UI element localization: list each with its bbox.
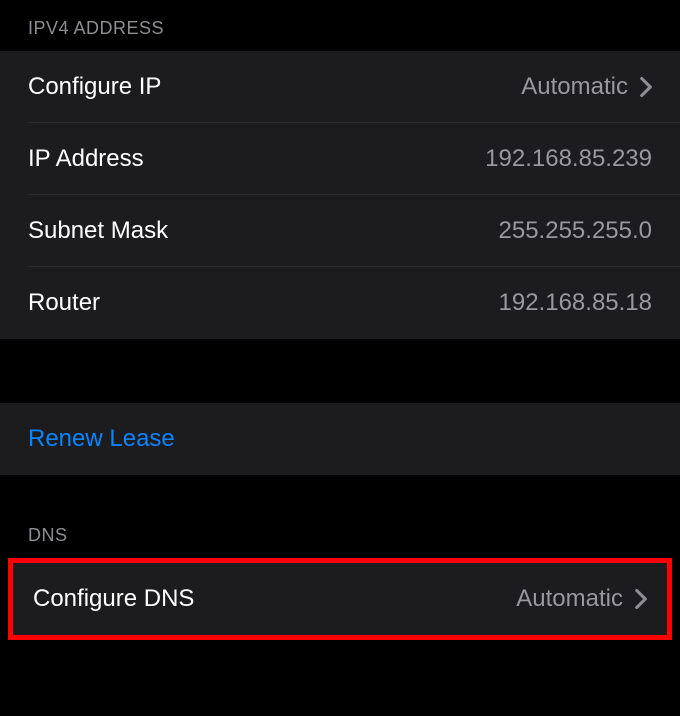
router-row: Router 192.168.85.18 xyxy=(0,267,680,339)
section-spacer xyxy=(0,339,680,403)
configure-ip-label: Configure IP xyxy=(28,73,161,101)
chevron-right-icon xyxy=(640,77,652,97)
renew-lease-row[interactable]: Renew Lease xyxy=(0,403,680,475)
configure-dns-value-wrap: Automatic xyxy=(516,585,647,613)
configure-ip-value: Automatic xyxy=(521,73,628,101)
subnet-mask-label: Subnet Mask xyxy=(28,217,168,245)
chevron-right-icon xyxy=(635,589,647,609)
configure-dns-value: Automatic xyxy=(516,585,623,613)
configure-dns-row[interactable]: Configure DNS Automatic xyxy=(13,563,667,635)
ip-address-row: IP Address 192.168.85.239 xyxy=(0,123,680,195)
configure-ip-value-wrap: Automatic xyxy=(521,73,652,101)
ipv4-section-group: Configure IP Automatic IP Address 192.16… xyxy=(0,51,680,339)
router-value: 192.168.85.18 xyxy=(499,289,652,317)
dns-section-header: DNS xyxy=(0,475,680,558)
router-label: Router xyxy=(28,289,100,317)
configure-dns-label: Configure DNS xyxy=(33,585,194,613)
highlight-annotation: Configure DNS Automatic xyxy=(8,558,672,640)
renew-lease-label: Renew Lease xyxy=(28,425,175,452)
subnet-mask-row: Subnet Mask 255.255.255.0 xyxy=(0,195,680,267)
ip-address-label: IP Address xyxy=(28,145,144,173)
configure-ip-row[interactable]: Configure IP Automatic xyxy=(0,51,680,123)
ipv4-section-header: IPV4 ADDRESS xyxy=(0,0,680,51)
ip-address-value: 192.168.85.239 xyxy=(485,145,652,173)
subnet-mask-value: 255.255.255.0 xyxy=(499,217,652,245)
